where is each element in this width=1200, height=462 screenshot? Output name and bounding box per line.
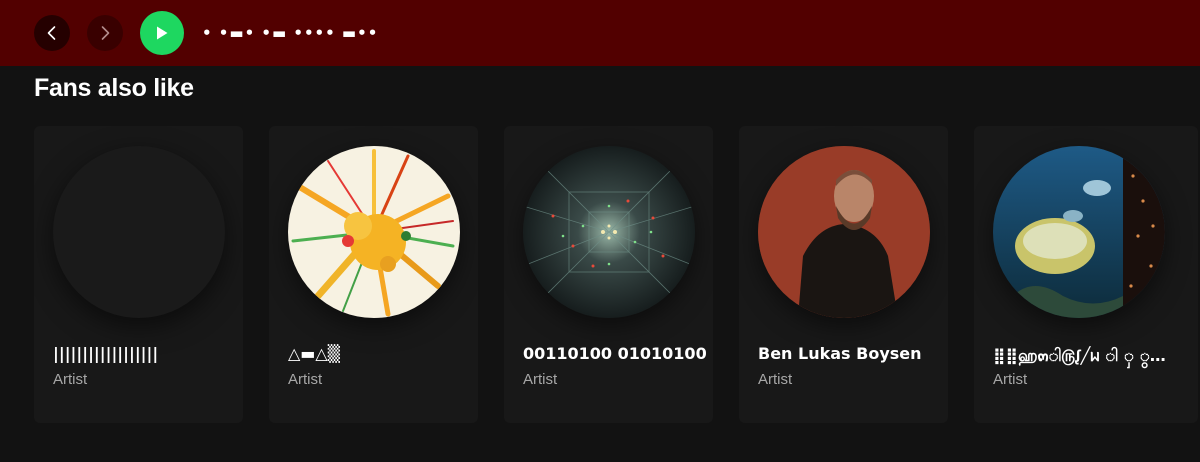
artist-name[interactable]: |||||||||||||||||| — [53, 344, 243, 363]
artist-type: Artist — [758, 371, 793, 388]
artist-image — [523, 146, 695, 318]
forward-button[interactable] — [87, 15, 123, 51]
artist-card-list: |||||||||||||||||| Artist △▬△▒ Artist 00… — [34, 126, 1198, 423]
artist-card[interactable]: △▬△▒ Artist — [269, 126, 478, 423]
artist-name[interactable]: Ben Lukas Boysen — [758, 344, 948, 363]
play-button[interactable] — [140, 11, 184, 55]
artist-type: Artist — [53, 371, 88, 388]
back-button[interactable] — [34, 15, 70, 51]
artist-image — [288, 146, 460, 318]
artist-image — [993, 146, 1165, 318]
chevron-right-icon — [101, 26, 110, 40]
artist-name[interactable]: 00110100 01010100 — [523, 344, 713, 363]
section-title: Fans also like — [34, 74, 194, 102]
play-icon — [157, 26, 168, 40]
artist-type: Artist — [993, 371, 1028, 388]
artist-card[interactable]: |||||||||||||||||| Artist — [34, 126, 243, 423]
artist-name[interactable]: △▬△▒ — [288, 344, 478, 363]
artist-title: • •▬• •▬ •••• ▬•• — [202, 24, 379, 42]
artist-type: Artist — [523, 371, 558, 388]
artist-type: Artist — [288, 371, 323, 388]
artist-image — [53, 146, 225, 318]
artist-card[interactable]: 00110100 01010100 Artist — [504, 126, 713, 423]
artist-card[interactable]: Ben Lukas Boysen Artist — [739, 126, 948, 423]
artist-image — [758, 146, 930, 318]
top-bar: • •▬• •▬ •••• ▬•• — [0, 0, 1200, 66]
artist-card[interactable]: ⣿⣿ஹ๓ါ௫ᶘ╱ᥕ ါ ှ ွ… Artist — [974, 126, 1198, 423]
artist-name[interactable]: ⣿⣿ஹ๓ါ௫ᶘ╱ᥕ ါ ှ ွ… — [993, 344, 1183, 369]
chevron-left-icon — [47, 26, 56, 40]
